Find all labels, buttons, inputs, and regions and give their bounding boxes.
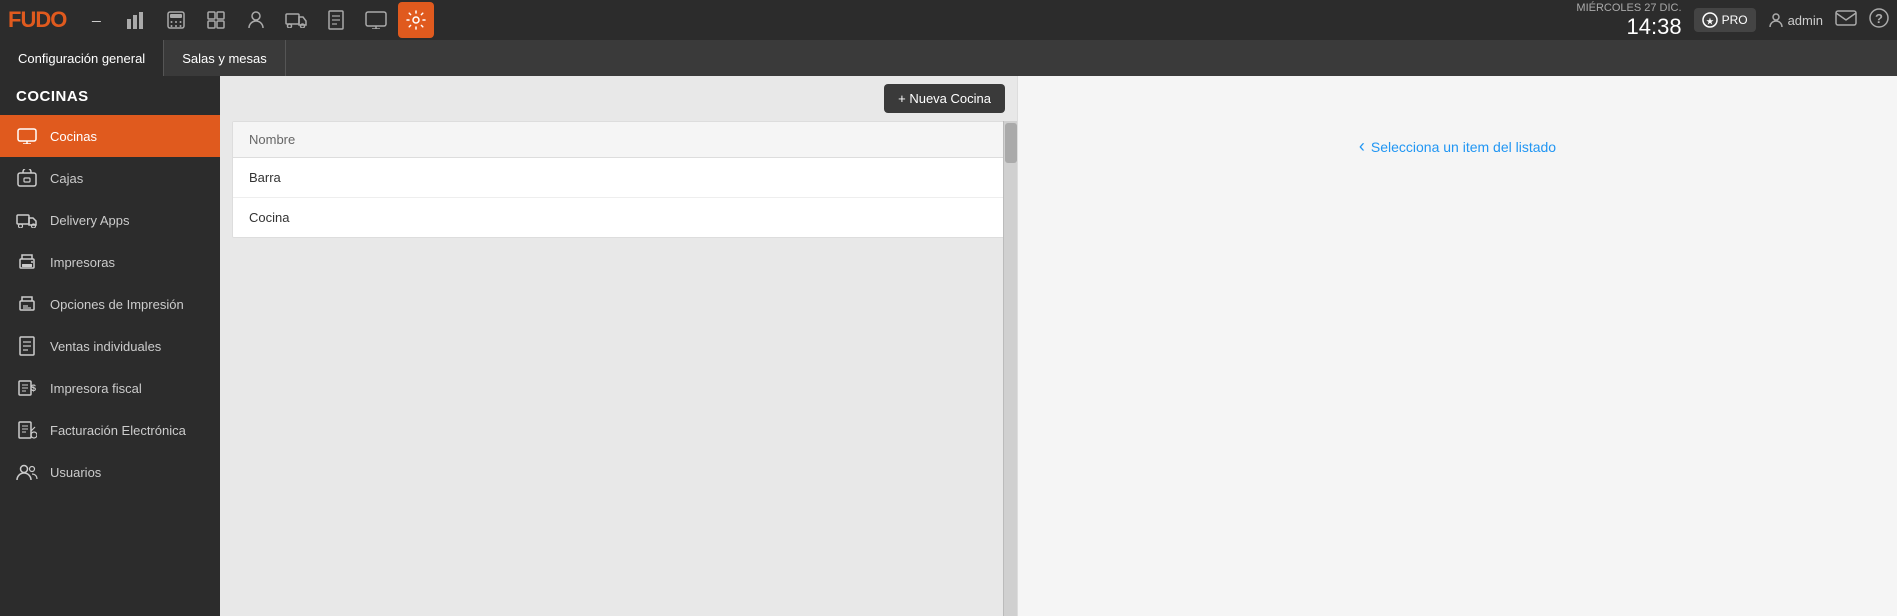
table-header: Nombre xyxy=(233,122,1004,158)
delivery-apps-icon xyxy=(16,209,38,231)
detail-panel: ‹ Selecciona un item del listado xyxy=(1017,76,1897,616)
help-icon[interactable]: ? xyxy=(1869,8,1889,33)
nombre-column-header: Nombre xyxy=(249,132,295,147)
sidebar-opciones-label: Opciones de Impresión xyxy=(50,297,184,312)
utensils-icon[interactable]: ⎯ xyxy=(78,2,114,38)
opciones-impresion-icon xyxy=(16,293,38,315)
sidebar-item-cajas[interactable]: Cajas xyxy=(0,157,220,199)
document-icon[interactable] xyxy=(318,2,354,38)
facturacion-icon xyxy=(16,419,38,441)
ventas-icon xyxy=(16,335,38,357)
cajas-icon xyxy=(16,167,38,189)
sidebar-cajas-label: Cajas xyxy=(50,171,83,186)
sidebar-ventas-label: Ventas individuales xyxy=(50,339,161,354)
top-navigation: FUDO ⎯ MIÉRCOLES 27 DIC. 14:38 ★ PRO xyxy=(0,0,1897,40)
scrollbar-track[interactable] xyxy=(1003,121,1017,616)
admin-button[interactable]: admin xyxy=(1768,12,1823,28)
table-row[interactable]: Cocina xyxy=(233,198,1004,237)
pro-badge[interactable]: ★ PRO xyxy=(1694,8,1756,32)
content-scroll-area[interactable]: Nombre Barra Cocina xyxy=(220,121,1017,616)
chevron-left-icon: ‹ xyxy=(1359,136,1365,157)
sidebar-impresoras-label: Impresoras xyxy=(50,255,115,270)
sidebar-item-facturacion-electronica[interactable]: Facturación Electrónica xyxy=(0,409,220,451)
cocina-name-barra: Barra xyxy=(249,170,281,185)
person-icon[interactable] xyxy=(238,2,274,38)
nueva-cocina-button[interactable]: + Nueva Cocina xyxy=(884,84,1005,113)
content-area: + Nueva Cocina Nombre Barra Cocina xyxy=(220,76,1017,616)
sidebar-item-impresora-fiscal[interactable]: $ Impresora fiscal xyxy=(0,367,220,409)
sidebar-item-cocinas[interactable]: Cocinas xyxy=(0,115,220,157)
sidebar-item-opciones-impresion[interactable]: Opciones de Impresión xyxy=(0,283,220,325)
tab-bar: Configuración general Salas y mesas xyxy=(0,40,1897,76)
calculator-icon[interactable] xyxy=(158,2,194,38)
sidebar-item-impresoras[interactable]: Impresoras xyxy=(0,241,220,283)
pro-label: PRO xyxy=(1722,13,1748,27)
svg-text:?: ? xyxy=(1875,11,1883,26)
settings-icon[interactable] xyxy=(398,2,434,38)
time-display: 14:38 xyxy=(1627,16,1682,38)
grid-icon[interactable] xyxy=(198,2,234,38)
main-layout: COCINAS Cocinas Cajas Delivery Apps Impr… xyxy=(0,76,1897,616)
truck-icon[interactable] xyxy=(278,2,314,38)
detail-placeholder-message: ‹ Selecciona un item del listado xyxy=(1359,136,1556,157)
scrollbar-thumb[interactable] xyxy=(1005,123,1017,163)
tab-configuracion-general[interactable]: Configuración general xyxy=(0,40,164,76)
sidebar-item-ventas-individuales[interactable]: Ventas individuales xyxy=(0,325,220,367)
impresoras-icon xyxy=(16,251,38,273)
admin-label: admin xyxy=(1788,13,1823,28)
sidebar-fiscal-label: Impresora fiscal xyxy=(50,381,142,396)
content-header: + Nueva Cocina xyxy=(220,76,1017,121)
mail-icon[interactable] xyxy=(1835,10,1857,31)
cocina-name-cocina: Cocina xyxy=(249,210,289,225)
monitor-icon[interactable] xyxy=(358,2,394,38)
svg-text:★: ★ xyxy=(1706,17,1714,26)
sidebar-item-delivery-apps[interactable]: Delivery Apps xyxy=(0,199,220,241)
sidebar: COCINAS Cocinas Cajas Delivery Apps Impr… xyxy=(0,76,220,616)
cocinas-table: Nombre Barra Cocina xyxy=(232,121,1005,238)
sidebar-cocinas-label: Cocinas xyxy=(50,129,97,144)
placeholder-text: Selecciona un item del listado xyxy=(1371,139,1556,155)
sidebar-delivery-label: Delivery Apps xyxy=(50,213,129,228)
sidebar-usuarios-label: Usuarios xyxy=(50,465,101,480)
svg-text:$: $ xyxy=(31,383,36,393)
cocinas-icon xyxy=(16,125,38,147)
datetime-display: MIÉRCOLES 27 DIC. 14:38 xyxy=(1576,2,1681,37)
sidebar-item-usuarios[interactable]: Usuarios xyxy=(0,451,220,493)
tab-salas-y-mesas[interactable]: Salas y mesas xyxy=(164,40,286,76)
impresora-fiscal-icon: $ xyxy=(16,377,38,399)
usuarios-icon xyxy=(16,461,38,483)
sidebar-facturacion-label: Facturación Electrónica xyxy=(50,423,186,438)
sidebar-title: COCINAS xyxy=(0,76,220,115)
table-row[interactable]: Barra xyxy=(233,158,1004,198)
topnav-right: MIÉRCOLES 27 DIC. 14:38 ★ PRO admin ? xyxy=(1576,2,1889,37)
logo: FUDO xyxy=(8,7,66,33)
chart-bar-icon[interactable] xyxy=(118,2,154,38)
